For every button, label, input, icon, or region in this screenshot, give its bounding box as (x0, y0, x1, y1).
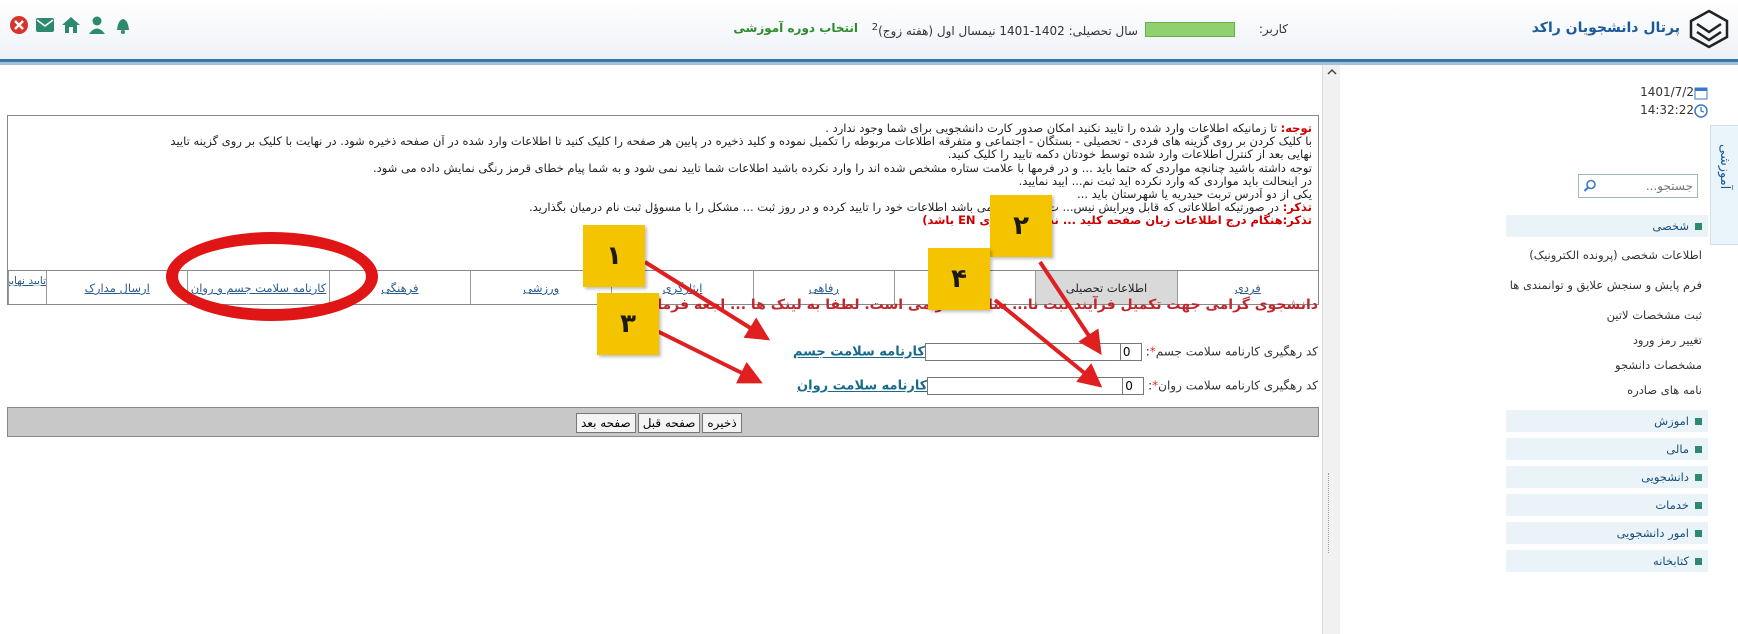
mail-icon[interactable] (34, 14, 56, 36)
mind-input-box (927, 377, 1123, 395)
notice-line: نهایی بعد از کنترل اطلاعات وارد شده توسط… (947, 148, 1312, 162)
tab-final-approval[interactable]: تایید نهایی (8, 271, 46, 304)
user-name-badge (1145, 22, 1235, 37)
mind-code-input[interactable] (1122, 377, 1145, 395)
sidebar-item-interest-form[interactable]: فرم پایش و سنجش علایق و توانمندی ها (1506, 278, 1708, 293)
bell-icon[interactable] (112, 14, 134, 36)
highlight-ring (166, 232, 378, 321)
academic-year-value: سال تحصیلی: 1402-1401 نیمسال اول (هفته ز… (878, 24, 1138, 38)
sidebar-group-services[interactable]: خدمات (1506, 494, 1708, 516)
header-divider (0, 62, 1738, 65)
sidebar-item-label: مالی (1666, 442, 1689, 456)
sidebar-item-label: امور دانشجویی (1616, 526, 1689, 540)
sidebar-item-label: کتابخانه (1653, 554, 1689, 568)
body-health-row: کد رهگیری کارنامه سلامت جسم*: کارنامه سل… (793, 343, 1318, 361)
search-input[interactable] (1597, 175, 1697, 197)
sidebar-item-label: شخصی (1652, 219, 1689, 233)
notice-line: توجه: تا زمانیکه اطلاعات وارد شده را تای… (14, 122, 1312, 135)
sidebar-item-letters[interactable]: نامه های صادره (1506, 383, 1708, 398)
close-icon[interactable] (8, 14, 30, 36)
reminder-keyboard: تذکر:هنگام درج اطلاعات زبان صفحه کلید ..… (922, 214, 1312, 228)
search-icon[interactable] (1583, 179, 1597, 193)
notice-line: تذکر: در صورتیکه اطلاعاتی که قابل ویرایش… (14, 201, 1312, 214)
notice-text: تا زمانیکه اطلاعات وارد شده را تایید نکن… (825, 122, 1281, 135)
sidebar-group-student-affairs[interactable]: امور دانشجویی (1506, 522, 1708, 544)
bullet-icon (1695, 418, 1702, 425)
action-bar: ذخیره صفحه قبل صفحه بعد (7, 407, 1319, 437)
next-page-button[interactable]: صفحه بعد (576, 413, 636, 433)
current-time: 14:32:22 (1640, 103, 1694, 117)
term-selection-link[interactable]: انتخاب دوره آموزشی (733, 21, 858, 35)
portal-logo (1689, 9, 1729, 49)
bullet-icon (1695, 558, 1702, 565)
bullet-icon (1695, 446, 1702, 453)
user-icon[interactable] (86, 14, 108, 36)
body-code-label: کد رهگیری کارنامه سلامت جسم (1155, 344, 1318, 359)
portal-title[interactable]: پرتال دانشجویان راکد (1532, 20, 1680, 36)
scroll-grip[interactable] (1328, 473, 1336, 553)
notice-line: توجه داشته باشید چنانچه مواردی که حتما ب… (372, 161, 1312, 175)
main-scrollbar[interactable] (1322, 65, 1340, 634)
calendar-icon (1694, 87, 1708, 100)
reminder-label: تذکر: (1282, 201, 1312, 215)
notice-line: یکی از دو آدرس تربت حیدریه یا شهرستان با… (1077, 188, 1312, 202)
sidebar-group-education[interactable]: اموزش (1506, 410, 1708, 432)
annotation-badge-1: ۱ (583, 225, 645, 287)
sidebar-group-library[interactable]: کتابخانه (1506, 550, 1708, 572)
mind-code-label: کد رهگیری کارنامه سلامت روان (1158, 378, 1318, 393)
annotation-badge-4: ۴ (928, 248, 990, 310)
annotation-badge-3: ۳ (597, 293, 659, 355)
sidebar-item-change-password[interactable]: تغییر رمز ورود (1506, 333, 1708, 348)
sidebar-item-student-info[interactable]: مشخصات دانشجو (1506, 358, 1708, 373)
notice-line: با کلیک کردن بر روی گزینه های فردی - تحص… (170, 135, 1312, 149)
home-icon[interactable] (60, 14, 82, 36)
clock-icon (1694, 104, 1708, 118)
sidebar-tab-label: آموزشی (1717, 144, 1732, 190)
user-label: کاربر: (1258, 22, 1288, 36)
chevron-up-icon[interactable] (1327, 67, 1337, 77)
academic-year-text: سال تحصیلی: 1402-1401 نیمسال اول (هفته ز… (872, 22, 1138, 38)
sidebar-item-latin-info[interactable]: ثبت مشخصات لاتین (1506, 308, 1708, 323)
bullet-icon (1695, 223, 1702, 230)
sidebar-group-finance[interactable]: مالی (1506, 438, 1708, 460)
body-code-input[interactable] (1119, 343, 1142, 361)
arrow-3 (654, 328, 763, 384)
attention-label: توجه: (1280, 122, 1312, 135)
body-input-box (924, 343, 1120, 361)
sidebar-item-label: خدمات (1655, 498, 1689, 512)
body-health-link[interactable]: کارنامه سلامت جسم (793, 345, 925, 360)
bullet-icon (1695, 502, 1702, 509)
top-header: پرتال دانشجویان راکد کاربر: سال تحصیلی: … (0, 0, 1738, 62)
sidebar-item-personal-info[interactable]: اطلاعات شخصی (پرونده الکترونیک) (1506, 248, 1708, 263)
mind-health-link[interactable]: کارنامه سلامت روان (797, 379, 927, 394)
sidebar-item-label: دانشجویی (1641, 470, 1689, 484)
prev-page-button[interactable]: صفحه قبل (637, 413, 701, 433)
annotation-badge-2: ۲ (990, 195, 1052, 257)
button-group: ذخیره صفحه قبل صفحه بعد (576, 413, 742, 433)
current-date: 1401/7/2 (1640, 85, 1694, 99)
mind-health-row: کد رهگیری کارنامه سلامت روان*: کارنامه س… (797, 377, 1318, 395)
sidebar-group-personal[interactable]: شخصی (1506, 215, 1708, 237)
sidebar-search[interactable] (1578, 174, 1698, 198)
save-button[interactable]: ذخیره (702, 413, 742, 433)
sidebar: 1401/7/2 14:32:22 آموزشی شخصی اطلاعات شخ… (1506, 65, 1738, 634)
bullet-icon (1695, 530, 1702, 537)
sidebar-item-label: اموزش (1654, 414, 1689, 428)
sidebar-tab-education[interactable]: آموزشی (1710, 125, 1738, 245)
bullet-icon (1695, 474, 1702, 481)
notice-line: در اینحالت باید مواردی که وارد نکرده اید… (1018, 174, 1312, 188)
reminder-text: در صورتیکه اطلاعاتی که قابل ویرایش نیس..… (528, 201, 1283, 215)
sidebar-group-student[interactable]: دانشجویی (1506, 466, 1708, 488)
